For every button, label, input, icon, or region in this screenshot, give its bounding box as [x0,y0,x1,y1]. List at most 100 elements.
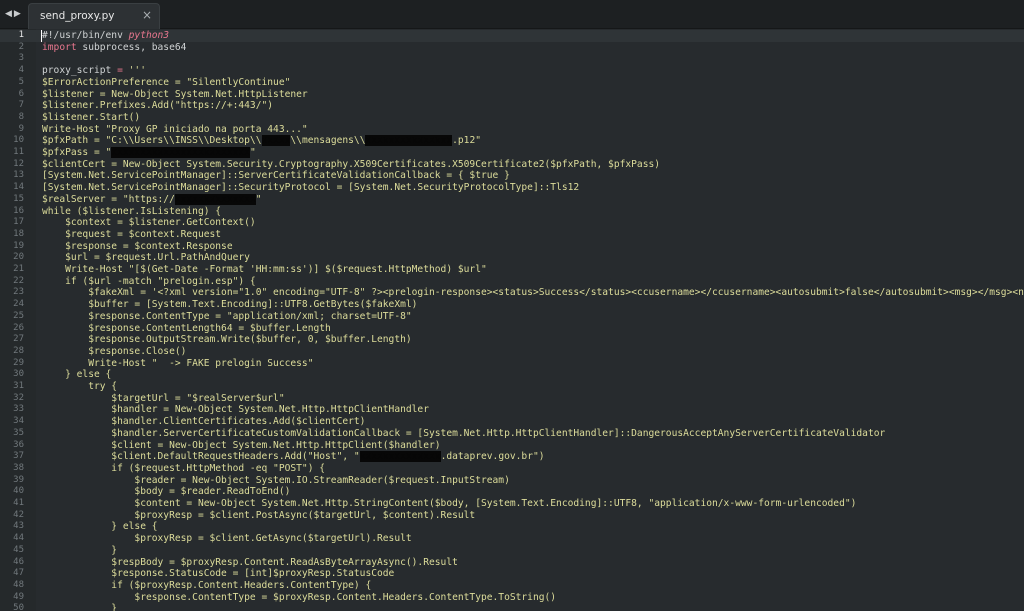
code-line[interactable]: 43 } else { [0,521,1024,533]
line-number: 17 [13,217,24,228]
code-text: $ErrorActionPreference = "SilentlyContin… [42,77,290,89]
line-number: 50 [13,603,24,611]
code-line[interactable]: 29 Write-Host " -> FAKE prelogin Success… [0,358,1024,370]
code-line[interactable]: 38 if ($request.HttpMethod -eq "POST") { [0,463,1024,475]
code-line[interactable]: 42 $proxyResp = $client.PostAsync($targe… [0,510,1024,522]
code-line[interactable]: 12 $clientCert = New-Object System.Securi… [0,159,1024,171]
code-line[interactable]: 25 $response.ContentType = "application/… [0,311,1024,323]
code-line[interactable]: 19 $response = $context.Response [0,241,1024,253]
code-line[interactable]: 6 $listener = New-Object System.Net.HttpL… [0,89,1024,101]
code-token: if ($url -match "prelogin.esp") { [42,275,256,287]
code-line[interactable]: 47 $response.StatusCode = [int]$proxyRes… [0,568,1024,580]
code-line[interactable]: 32 $targetUrl = "$realServer$url" [0,393,1024,405]
forward-arrow-icon[interactable]: ▶ [14,9,21,19]
code-line[interactable]: 9 Write-Host "Proxy GP iniciado na porta … [0,124,1024,136]
code-line[interactable]: 27 $response.OutputStream.Write($buffer,… [0,334,1024,346]
line-number: 38 [13,462,24,473]
code-line[interactable]: 4 proxy_script = ''' [0,65,1024,77]
code-text: $content = New-Object System.Net.Http.St… [42,498,856,510]
code-line[interactable]: 26 $response.ContentLength64 = $buffer.L… [0,323,1024,335]
code-line[interactable]: 48 if ($proxyResp.Content.Headers.Conten… [0,580,1024,592]
tab-navigation: ◀ ▶ [5,6,27,22]
line-number: 45 [13,544,24,555]
code-token: $client = New-Object System.Net.Http.Htt… [42,439,441,451]
code-line[interactable]: 16 while ($listener.IsListening) { [0,206,1024,218]
code-token: $response.Close() [42,345,187,357]
code-token: $response.OutputStream.Write($buffer, 0,… [42,334,412,346]
code-token: $handler.ServerCertificateCustomValidati… [42,427,886,439]
code-text: $realServer = "https://xxxxxxxxxxxxxx" [42,193,262,206]
code-line[interactable]: 2 import subprocess, base64 [0,42,1024,54]
code-line[interactable]: 34 $handler.ClientCertificates.Add($clie… [0,416,1024,428]
code-line[interactable]: 7 $listener.Prefixes.Add("https://+:443/"… [0,100,1024,112]
code-token: $targetUrl = "$realServer$url" [42,392,285,404]
code-token: Write-Host "Proxy GP iniciado na porta 4… [42,123,308,135]
line-number: 34 [13,416,24,427]
code-line[interactable]: 40 $body = $reader.ReadToEnd() [0,486,1024,498]
code-line[interactable]: 14 [System.Net.ServicePointManager]::Secu… [0,182,1024,194]
code-line[interactable]: 1 #!/usr/bin/env python3 [0,30,1024,42]
code-line[interactable]: 36 $client = New-Object System.Net.Http.… [0,440,1024,452]
line-number: 33 [13,404,24,415]
code-line[interactable]: 15 $realServer = "https://xxxxxxxxxxxxxx" [0,193,1024,206]
code-line[interactable]: 17 $context = $listener.GetContext() [0,217,1024,229]
code-text: $client = New-Object System.Net.Http.Htt… [42,439,441,452]
code-token: $response.StatusCode = [int]$proxyResp.S… [42,568,395,580]
code-text: $targetUrl = "$realServer$url" [42,392,285,405]
code-line[interactable]: 22 if ($url -match "prelogin.esp") { [0,276,1024,288]
code-token: ''' [128,65,146,77]
code-text: Write-Host "[$(Get-Date -Format 'HH:mm:s… [42,264,487,276]
code-line[interactable]: 13 [System.Net.ServicePointManager]::Serv… [0,170,1024,182]
back-arrow-icon[interactable]: ◀ [5,9,12,19]
code-line[interactable]: 3 [0,53,1024,65]
code-text: $response.ContentLength64 = $buffer.Leng… [42,323,331,335]
code-line[interactable]: 45 } [0,545,1024,557]
code-line[interactable]: 18 $request = $context.Request [0,229,1024,241]
code-line[interactable]: 24 $buffer = [System.Text.Encoding]::UTF… [0,299,1024,311]
line-number: 21 [13,264,24,274]
code-line[interactable]: 35 $handler.ServerCertificateCustomValid… [0,428,1024,440]
code-token: } [42,544,118,556]
code-line[interactable]: 8 $listener.Start() [0,112,1024,124]
code-line[interactable]: 30 } else { [0,369,1024,381]
line-number: 14 [13,182,24,193]
line-number: 4 [18,65,24,76]
code-line[interactable]: 37 $client.DefaultRequestHeaders.Add("Ho… [0,451,1024,463]
code-editor[interactable]: 1 #!/usr/bin/env python3 2 import subproces… [0,29,1024,611]
code-line[interactable]: 44 $proxyResp = $client.GetAsync($target… [0,533,1024,545]
code-token: } [42,603,118,611]
code-text: $listener.Prefixes.Add("https://+:443/") [42,100,273,112]
code-line[interactable]: 50 } [0,603,1024,611]
line-number: 39 [13,474,24,485]
tab-send-proxy[interactable]: send_proxy.py × [28,3,160,29]
code-text: $pfxPass = "xxxxxxxxxxxxxxxxxxxxxxxx" [42,147,256,159]
line-number: 8 [18,111,24,122]
code-token: $body = $reader.ReadToEnd() [42,486,291,498]
code-line[interactable]: 33 $handler = New-Object System.Net.Http… [0,404,1024,416]
code-line[interactable]: 46 $respBody = $proxyResp.Content.ReadAs… [0,557,1024,569]
code-line[interactable]: 5 $ErrorActionPreference = "SilentlyConti… [0,77,1024,89]
code-line[interactable]: 28 $response.Close() [0,346,1024,358]
line-number: 47 [13,568,24,579]
code-line[interactable]: 23 $fakeXml = '<?xml version="1.0" encod… [0,287,1024,299]
code-text: $buffer = [System.Text.Encoding]::UTF8.G… [42,299,417,311]
code-line[interactable]: 11 $pfxPass = "xxxxxxxxxxxxxxxxxxxxxxxx" [0,147,1024,159]
code-token: $reader = New-Object System.IO.StreamRea… [42,474,510,486]
line-number: 12 [13,158,24,169]
code-line[interactable]: 39 $reader = New-Object System.IO.Stream… [0,475,1024,487]
code-line[interactable]: 21 Write-Host "[$(Get-Date -Format 'HH:m… [0,264,1024,276]
code-line[interactable]: 31 try { [0,381,1024,393]
code-token: [System.Net.ServicePointManager]::Server… [42,170,510,182]
code-token: while ($listener.IsListening) { [42,205,222,217]
code-text: $clientCert = New-Object System.Security… [42,159,660,171]
code-text: $response.ContentType = "application/xml… [42,311,411,323]
code-line[interactable]: 41 $content = New-Object System.Net.Http… [0,498,1024,510]
code-text: $body = $reader.ReadToEnd() [42,486,290,498]
code-line[interactable]: 20 $url = $request.Url.PathAndQuery [0,252,1024,264]
code-line[interactable]: 10 $pfxPath = "C:\\Users\\INSS\\Desktop\\… [0,135,1024,147]
code-line[interactable]: 49 $response.ContentType = $proxyResp.Co… [0,592,1024,604]
close-icon[interactable]: × [142,8,152,22]
line-number: 15 [13,193,24,204]
code-token: $proxyResp = $client.PostAsync($targetUr… [42,509,476,521]
code-text: $proxyResp = $client.GetAsync($targetUrl… [42,533,411,545]
